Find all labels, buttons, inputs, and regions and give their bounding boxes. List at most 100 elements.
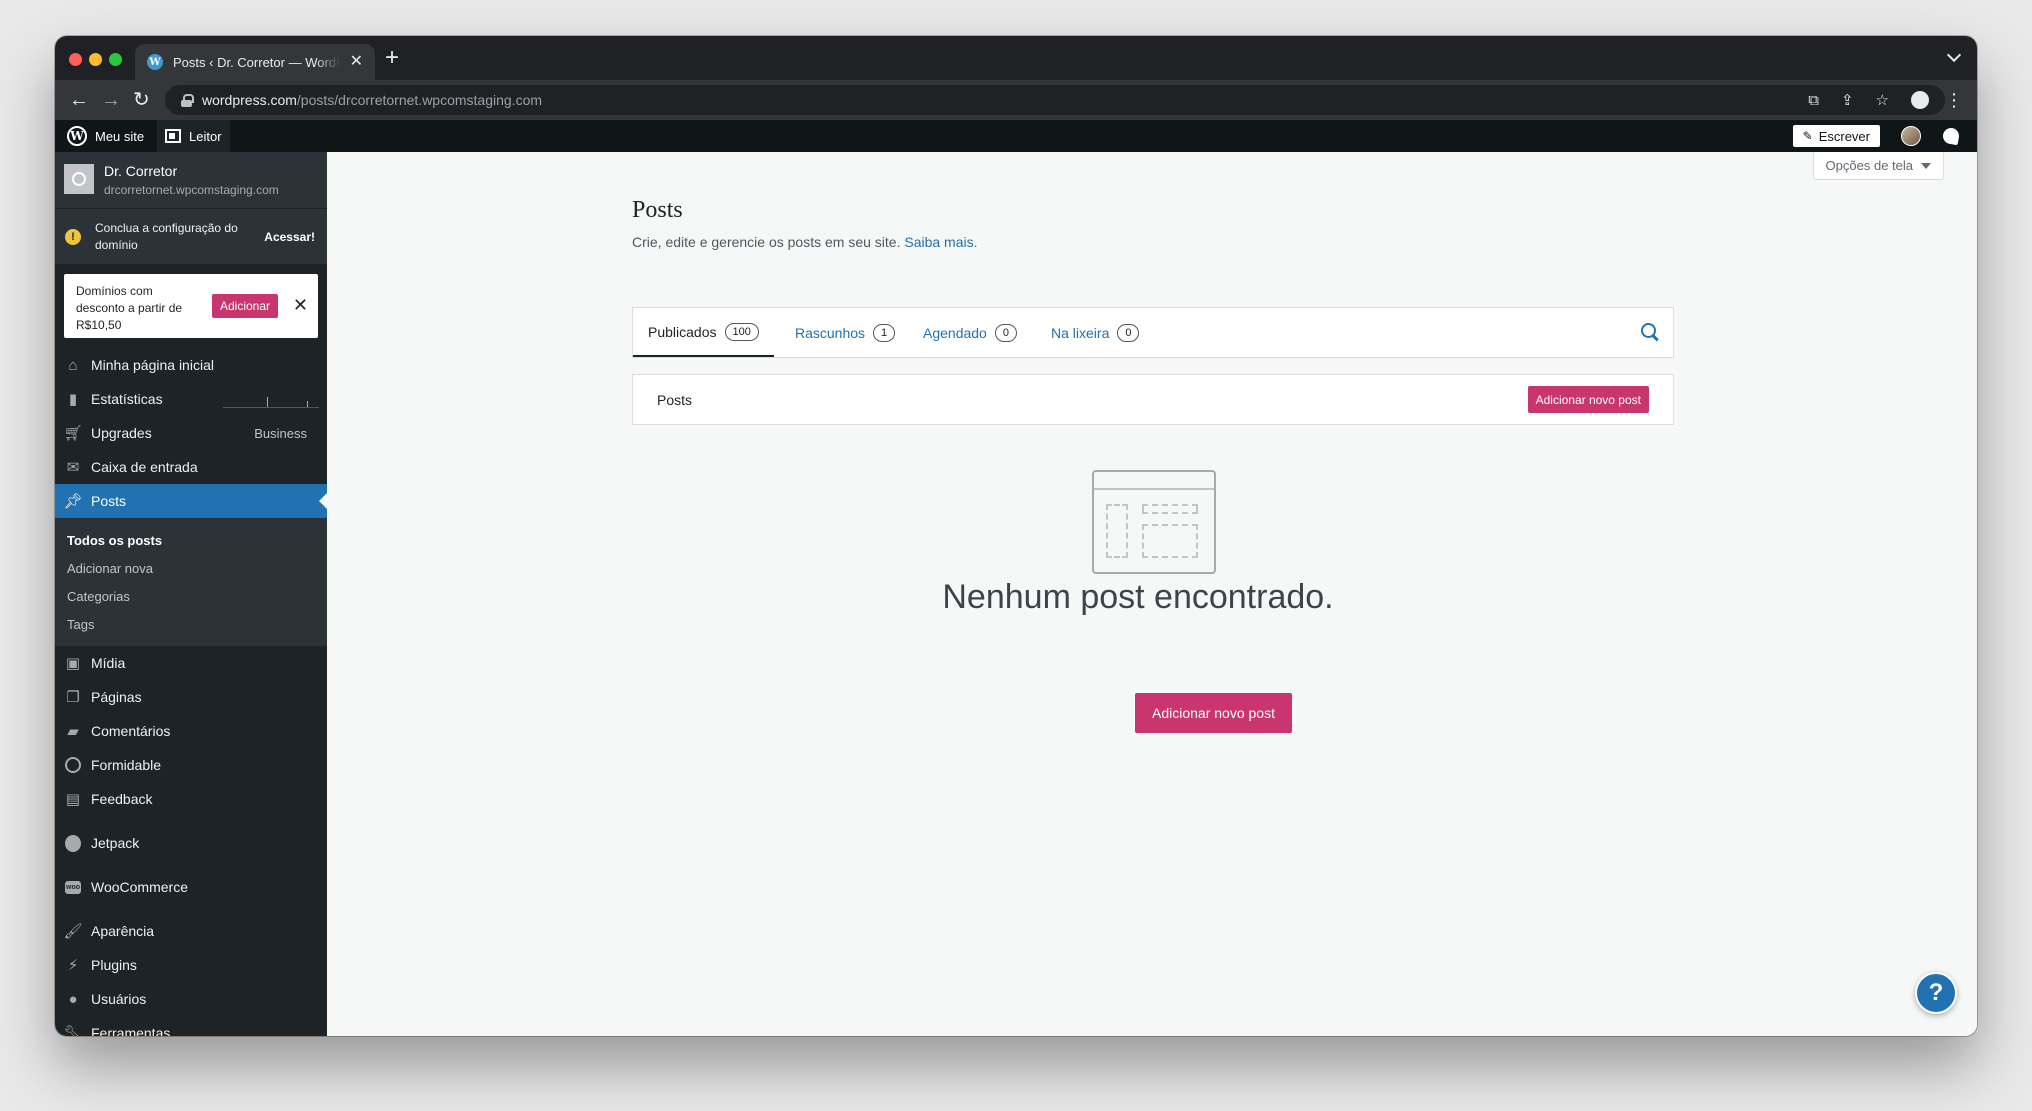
promo-add-button[interactable]: Adicionar <box>212 294 279 318</box>
domain-notice-link[interactable]: Acessar! <box>264 230 315 244</box>
main-content: Opções de tela Posts Crie, edite e geren… <box>327 152 1977 1036</box>
zoom-window-button[interactable] <box>109 53 122 66</box>
domain-promo-card: Domínios com desconto a partir de R$10,5… <box>64 274 318 338</box>
menu-item-home[interactable]: ⌂ Minha página inicial <box>55 348 327 382</box>
pen-icon: ✎ <box>1802 129 1813 143</box>
tab-count: 0 <box>994 323 1017 342</box>
menu-item-jetpack[interactable]: Jetpack <box>55 826 327 860</box>
menu-label: Usuários <box>91 991 147 1007</box>
menu-item-users[interactable]: ● Usuários <box>55 982 327 1016</box>
posts-list-header: Posts Adicionar novo post <box>632 374 1674 425</box>
bar-chart-icon: ▮ <box>68 391 78 408</box>
my-site-link[interactable]: W Meu site <box>59 120 152 152</box>
forward-arrow-icon[interactable]: → <box>101 88 121 112</box>
admin-menu: ⌂ Minha página inicial ▮ Estatísticas 🛒︎… <box>55 348 327 1036</box>
plan-badge: Business <box>254 425 307 441</box>
menu-item-formidable[interactable]: Formidable <box>55 748 327 782</box>
write-button[interactable]: ✎ Escrever <box>1792 125 1880 147</box>
back-arrow-icon[interactable]: ← <box>69 88 89 112</box>
address-bar[interactable]: wordpress.com/posts/drcorretornet.wpcoms… <box>165 85 1945 115</box>
menu-item-posts[interactable]: 📌︎ Posts <box>55 484 327 518</box>
reader-link[interactable]: Leitor <box>157 120 230 152</box>
profile-icon[interactable] <box>1911 91 1929 109</box>
menu-item-inbox[interactable]: ✉ Caixa de entrada <box>55 450 327 484</box>
share-icon[interactable]: ⇪ <box>1841 91 1854 109</box>
site-card[interactable]: Dr. Corretor drcorretornet.wpcomstaging.… <box>55 152 327 208</box>
browser-tab[interactable]: W Posts ‹ Dr. Corretor — WordPress.com ✕ <box>135 44 375 80</box>
tab-title: Posts ‹ Dr. Corretor — WordPress.com <box>173 54 340 70</box>
screen-options-label: Opções de tela <box>1825 158 1913 173</box>
notifications-bell-icon[interactable] <box>1941 126 1961 146</box>
site-name: Dr. Corretor <box>104 163 178 179</box>
menu-item-appearance[interactable]: 🖌︎ Aparência <box>55 914 327 948</box>
speech-bubble-icon: ▰ <box>67 723 79 740</box>
promo-close-icon[interactable]: ✕ <box>293 296 308 314</box>
menu-label: Estatísticas <box>91 391 163 407</box>
domain-setup-notice[interactable]: ! Conclua a configuração do domínio Aces… <box>55 208 327 264</box>
menu-item-media[interactable]: ▣ Mídia <box>55 646 327 680</box>
tab-search-chevron-icon[interactable] <box>1946 47 1962 63</box>
user-icon: ● <box>68 990 78 1008</box>
menu-label: Feedback <box>91 791 153 807</box>
warning-icon: ! <box>65 229 81 245</box>
cart-icon: 🛒︎ <box>63 425 83 442</box>
new-tab-button[interactable]: + <box>385 46 399 70</box>
minimize-window-button[interactable] <box>89 53 102 66</box>
stats-sparkline <box>223 390 319 408</box>
pushpin-icon: 📌︎ <box>63 493 83 510</box>
formidable-icon <box>65 757 81 773</box>
menu-item-pages[interactable]: ❐ Páginas <box>55 680 327 714</box>
site-domain: drcorretornet.wpcomstaging.com <box>104 183 279 197</box>
add-new-post-button[interactable]: Adicionar novo post <box>1135 693 1292 733</box>
close-window-button[interactable] <box>69 53 82 66</box>
list-label: Posts <box>657 391 693 408</box>
menu-label: Upgrades <box>91 425 152 441</box>
tab-scheduled[interactable]: Agendado 0 <box>908 308 1032 357</box>
admin-sidebar: Dr. Corretor drcorretornet.wpcomstaging.… <box>55 152 327 1036</box>
screen-options-button[interactable]: Opções de tela <box>1812 152 1944 180</box>
tab-published[interactable]: Publicados 100 <box>633 308 774 357</box>
user-avatar[interactable] <box>1901 126 1921 146</box>
my-site-label: Meu site <box>95 128 145 144</box>
submenu-all-posts[interactable]: Todos os posts <box>55 526 327 554</box>
woocommerce-icon: woo <box>65 879 81 895</box>
menu-item-tools[interactable]: 🔧︎ Ferramentas <box>55 1016 327 1036</box>
menu-item-comments[interactable]: ▰ Comentários <box>55 714 327 748</box>
browser-toolbar: ← → ↻ wordpress.com/posts/drcorretornet.… <box>55 80 1977 120</box>
reader-icon <box>165 129 181 143</box>
menu-item-plugins[interactable]: ⚡︎ Plugins <box>55 948 327 982</box>
menu-label: Comentários <box>91 723 171 739</box>
tab-drafts[interactable]: Rascunhos 1 <box>780 308 910 357</box>
tab-count: 100 <box>724 322 759 341</box>
media-icon: ▣ <box>65 655 81 672</box>
menu-item-upgrades[interactable]: 🛒︎ Upgrades Business <box>55 416 327 450</box>
help-button[interactable]: ? <box>1915 972 1957 1014</box>
empty-state-illustration <box>1092 470 1216 574</box>
feedback-icon: ▤ <box>65 791 81 808</box>
wordpress-favicon-icon: W <box>147 54 163 70</box>
write-label: Escrever <box>1818 128 1870 144</box>
dropdown-arrow-icon <box>1921 162 1931 169</box>
menu-label: Minha página inicial <box>91 357 214 373</box>
submenu-add-new[interactable]: Adicionar nova <box>55 554 327 582</box>
tab-label: Agendado <box>923 324 987 341</box>
menu-item-feedback[interactable]: ▤ Feedback <box>55 782 327 816</box>
tab-count: 1 <box>873 323 896 342</box>
menu-item-stats[interactable]: ▮ Estatísticas <box>55 382 327 416</box>
browser-menu-icon[interactable]: ⋮ <box>1945 90 1963 110</box>
submenu-tags[interactable]: Tags <box>55 610 327 638</box>
add-new-post-button-small[interactable]: Adicionar novo post <box>1527 386 1649 413</box>
menu-item-woocommerce[interactable]: woo WooCommerce <box>55 870 327 904</box>
bookmark-star-icon[interactable]: ☆ <box>1876 91 1889 109</box>
tab-close-icon[interactable]: ✕ <box>350 54 363 70</box>
tab-trash[interactable]: Na lixeira 0 <box>1036 308 1154 357</box>
learn-more-link[interactable]: Saiba mais. <box>904 234 977 250</box>
tab-label: Na lixeira <box>1051 324 1110 341</box>
submenu-categories[interactable]: Categorias <box>55 582 327 610</box>
search-icon[interactable] <box>1641 323 1659 341</box>
tab-label: Rascunhos <box>795 324 866 341</box>
menu-label: Jetpack <box>91 835 140 851</box>
paintbrush-icon: 🖌︎ <box>63 923 83 940</box>
reload-icon[interactable]: ↻ <box>133 88 150 112</box>
open-external-icon[interactable]: ⧉ <box>1808 92 1819 109</box>
